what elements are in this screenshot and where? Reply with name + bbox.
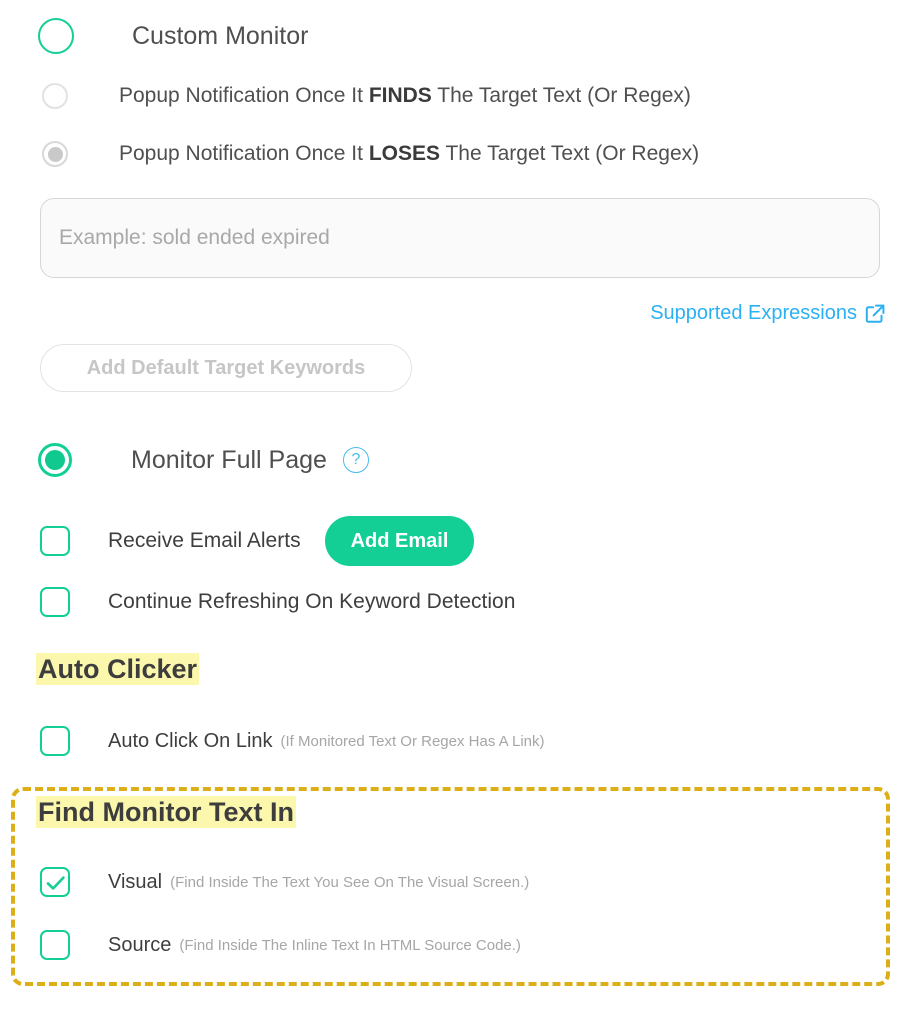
help-icon[interactable]: ? — [342, 447, 369, 473]
supported-expressions-label: Supported Expressions — [650, 302, 857, 324]
option-finds-label: Popup Notification Once It FINDS The Tar… — [119, 84, 691, 107]
continue-refreshing-label: Continue Refreshing On Keyword Detection — [108, 590, 516, 613]
radio-finds[interactable] — [42, 83, 68, 109]
option-auto-click-on-link[interactable]: Auto Click On Link (If Monitored Text Or… — [40, 726, 545, 756]
supported-expressions-link[interactable]: Supported Expressions — [650, 302, 885, 325]
option-custom-monitor[interactable]: Custom Monitor — [38, 18, 308, 54]
visual-hint: (Find Inside The Text You See On The Vis… — [170, 873, 530, 891]
radio-loses[interactable] — [42, 141, 68, 167]
option-custom-monitor-label: Custom Monitor — [132, 21, 309, 50]
add-default-target-keywords-button[interactable]: Add Default Target Keywords — [40, 344, 412, 392]
option-source[interactable]: Source (Find Inside The Inline Text In H… — [40, 930, 521, 960]
option-finds[interactable]: Popup Notification Once It FINDS The Tar… — [42, 83, 691, 109]
option-visual[interactable]: Visual (Find Inside The Text You See On … — [40, 867, 529, 897]
option-continue-refreshing[interactable]: Continue Refreshing On Keyword Detection — [40, 587, 515, 617]
find-monitor-text-in-heading: Find Monitor Text In — [36, 796, 296, 828]
target-keywords-placeholder: Example: sold ended expired — [59, 226, 330, 249]
checkbox-receive-email-alerts[interactable] — [40, 526, 70, 556]
checkbox-continue-refreshing[interactable] — [40, 587, 70, 617]
option-receive-email-alerts[interactable]: Receive Email Alerts Add Email — [40, 516, 475, 566]
checkbox-auto-click-on-link[interactable] — [40, 726, 70, 756]
checkbox-source[interactable] — [40, 930, 70, 960]
source-label: Source — [108, 933, 172, 956]
monitor-settings-panel: Custom Monitor Popup Notification Once I… — [0, 0, 919, 1014]
option-loses[interactable]: Popup Notification Once It LOSES The Tar… — [42, 141, 699, 167]
radio-monitor-full-page[interactable] — [38, 443, 72, 477]
auto-clicker-heading-text: Auto Clicker — [36, 653, 200, 685]
source-hint: (Find Inside The Inline Text In HTML Sou… — [179, 936, 521, 954]
option-monitor-full-page[interactable]: Monitor Full Page ? — [38, 443, 369, 477]
external-link-icon — [865, 304, 885, 324]
option-monitor-full-page-label: Monitor Full Page — [131, 445, 327, 474]
auto-click-on-link-hint: (If Monitored Text Or Regex Has A Link) — [280, 732, 545, 750]
find-monitor-text-in-heading-text: Find Monitor Text In — [36, 796, 296, 828]
receive-email-alerts-label: Receive Email Alerts — [108, 529, 301, 552]
radio-custom-monitor[interactable] — [38, 18, 74, 54]
add-email-button[interactable]: Add Email — [324, 516, 475, 566]
visual-label: Visual — [108, 870, 163, 893]
option-loses-label: Popup Notification Once It LOSES The Tar… — [119, 142, 700, 165]
target-keywords-textarea[interactable]: Example: sold ended expired — [40, 198, 880, 278]
auto-click-on-link-label: Auto Click On Link — [108, 729, 273, 752]
checkbox-visual[interactable] — [40, 867, 70, 897]
auto-clicker-heading: Auto Clicker — [36, 653, 200, 685]
